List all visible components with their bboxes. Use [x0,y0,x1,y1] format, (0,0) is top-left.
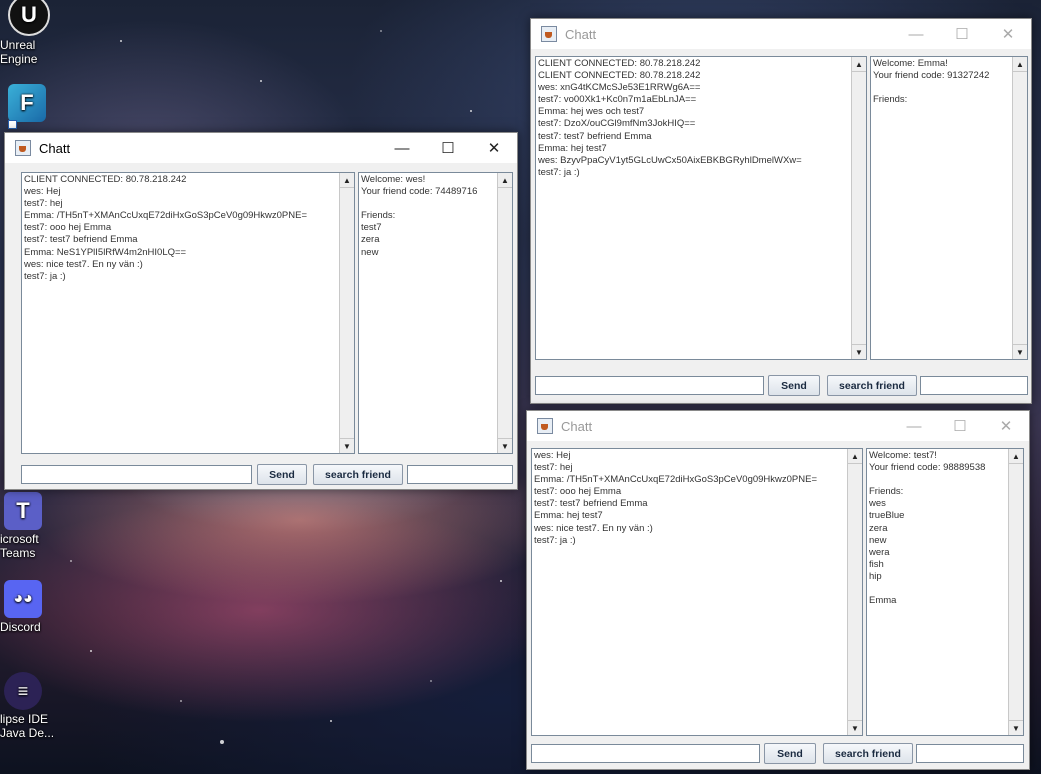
friend-code-input[interactable] [407,465,513,484]
scroll-down-arrow-icon[interactable]: ▼ [340,438,354,453]
desktop-icon-autodesk[interactable]: F [0,84,62,124]
minimize-button[interactable]: — [893,19,939,49]
title-bar[interactable]: Chatt — ☐ ✕ [5,133,517,163]
scroll-up-arrow-icon[interactable]: ▲ [848,449,862,464]
desktop-icon-unreal-engine[interactable]: U Unreal Engine [0,0,62,66]
shortcut-arrow-icon [8,120,17,129]
window-title: Chatt [561,418,593,434]
chat-log-area[interactable]: CLIENT CONNECTED: 80.78.218.242 wes: Hej… [21,172,355,454]
java-app-icon [15,140,31,156]
info-panel-text: Welcome: test7! Your friend code: 988895… [869,450,986,607]
eclipse-icon: ≡ [4,672,42,710]
chat-window-test7: Chatt — ☐ ✕ wes: Hej test7: hej Emma: /T… [526,410,1030,770]
desktop-icon-label: Java De... [0,726,55,740]
java-app-icon [541,26,557,42]
teams-icon: T [4,492,42,530]
title-bar[interactable]: Chatt — ☐ ✕ [527,411,1029,441]
minimize-button[interactable]: — [891,411,937,441]
desktop-icon-label: Unreal [0,38,36,52]
close-button[interactable]: ✕ [985,19,1031,49]
scroll-down-arrow-icon[interactable]: ▼ [848,720,862,735]
java-app-icon [537,418,553,434]
info-panel[interactable]: Welcome: test7! Your friend code: 988895… [866,448,1024,736]
autodesk-fusion-icon: F [8,84,46,122]
info-panel-scrollbar[interactable]: ▲ ▼ [1012,57,1027,359]
desktop-icon-discord[interactable]: ◕◕ Discord [0,580,62,634]
minimize-button[interactable]: — [379,133,425,163]
desktop-icon-label: Discord [0,620,41,634]
desktop-icon-label: Teams [0,546,36,560]
info-panel-scrollbar[interactable]: ▲ ▼ [1008,449,1023,735]
desktop-icon-label: lipse IDE [0,712,49,726]
scroll-down-arrow-icon[interactable]: ▼ [498,438,512,453]
scroll-up-arrow-icon[interactable]: ▲ [852,57,866,72]
chat-log-scrollbar[interactable]: ▲ ▼ [339,173,354,453]
maximize-button[interactable]: ☐ [425,133,471,163]
send-button[interactable]: Send [257,464,307,485]
info-panel-text: Welcome: wes! Your friend code: 74489716… [361,174,478,258]
message-input[interactable] [21,465,252,484]
info-panel-scrollbar[interactable]: ▲ ▼ [497,173,512,453]
send-button[interactable]: Send [768,375,820,396]
chat-log-text: wes: Hej test7: hej Emma: /TH5nT+XMAnCcU… [534,450,818,546]
window-title: Chatt [39,140,71,156]
scroll-down-arrow-icon[interactable]: ▼ [852,344,866,359]
message-input[interactable] [531,744,760,763]
desktop-icon-label: icrosoft [0,532,39,546]
close-button[interactable]: ✕ [471,133,517,163]
chat-window-wes: Chatt — ☐ ✕ CLIENT CONNECTED: 80.78.218.… [4,132,518,490]
chat-log-area[interactable]: CLIENT CONNECTED: 80.78.218.242 CLIENT C… [535,56,867,360]
discord-icon: ◕◕ [4,580,42,618]
scroll-down-arrow-icon[interactable]: ▼ [1013,344,1027,359]
maximize-button[interactable]: ☐ [939,19,985,49]
info-panel[interactable]: Welcome: wes! Your friend code: 74489716… [358,172,513,454]
scroll-up-arrow-icon[interactable]: ▲ [498,173,512,188]
friend-code-input[interactable] [920,376,1028,395]
send-button[interactable]: Send [764,743,816,764]
desktop-icon-teams[interactable]: T icrosoft Teams [0,492,62,560]
close-button[interactable]: ✕ [983,411,1029,441]
window-title: Chatt [565,26,597,42]
chat-log-scrollbar[interactable]: ▲ ▼ [847,449,862,735]
friend-code-input[interactable] [916,744,1024,763]
chat-window-emma: Chatt — ☐ ✕ CLIENT CONNECTED: 80.78.218.… [530,18,1032,404]
chat-log-scrollbar[interactable]: ▲ ▼ [851,57,866,359]
info-panel-text: Welcome: Emma! Your friend code: 9132724… [873,58,990,106]
scroll-up-arrow-icon[interactable]: ▲ [1009,449,1023,464]
chat-log-text: CLIENT CONNECTED: 80.78.218.242 CLIENT C… [538,58,802,178]
chat-log-text: CLIENT CONNECTED: 80.78.218.242 wes: Hej… [24,174,308,282]
desktop-icon-eclipse[interactable]: ≡ lipse IDE Java De... [0,672,62,740]
title-bar[interactable]: Chatt — ☐ ✕ [531,19,1031,49]
search-friend-button[interactable]: search friend [827,375,917,396]
search-friend-button[interactable]: search friend [823,743,913,764]
search-friend-button[interactable]: search friend [313,464,403,485]
chat-log-area[interactable]: wes: Hej test7: hej Emma: /TH5nT+XMAnCcU… [531,448,863,736]
scroll-up-arrow-icon[interactable]: ▲ [1013,57,1027,72]
maximize-button[interactable]: ☐ [937,411,983,441]
unreal-engine-icon: U [8,0,50,36]
desktop-icon-label: Engine [0,52,38,66]
info-panel[interactable]: Welcome: Emma! Your friend code: 9132724… [870,56,1028,360]
message-input[interactable] [535,376,764,395]
scroll-up-arrow-icon[interactable]: ▲ [340,173,354,188]
scroll-down-arrow-icon[interactable]: ▼ [1009,720,1023,735]
